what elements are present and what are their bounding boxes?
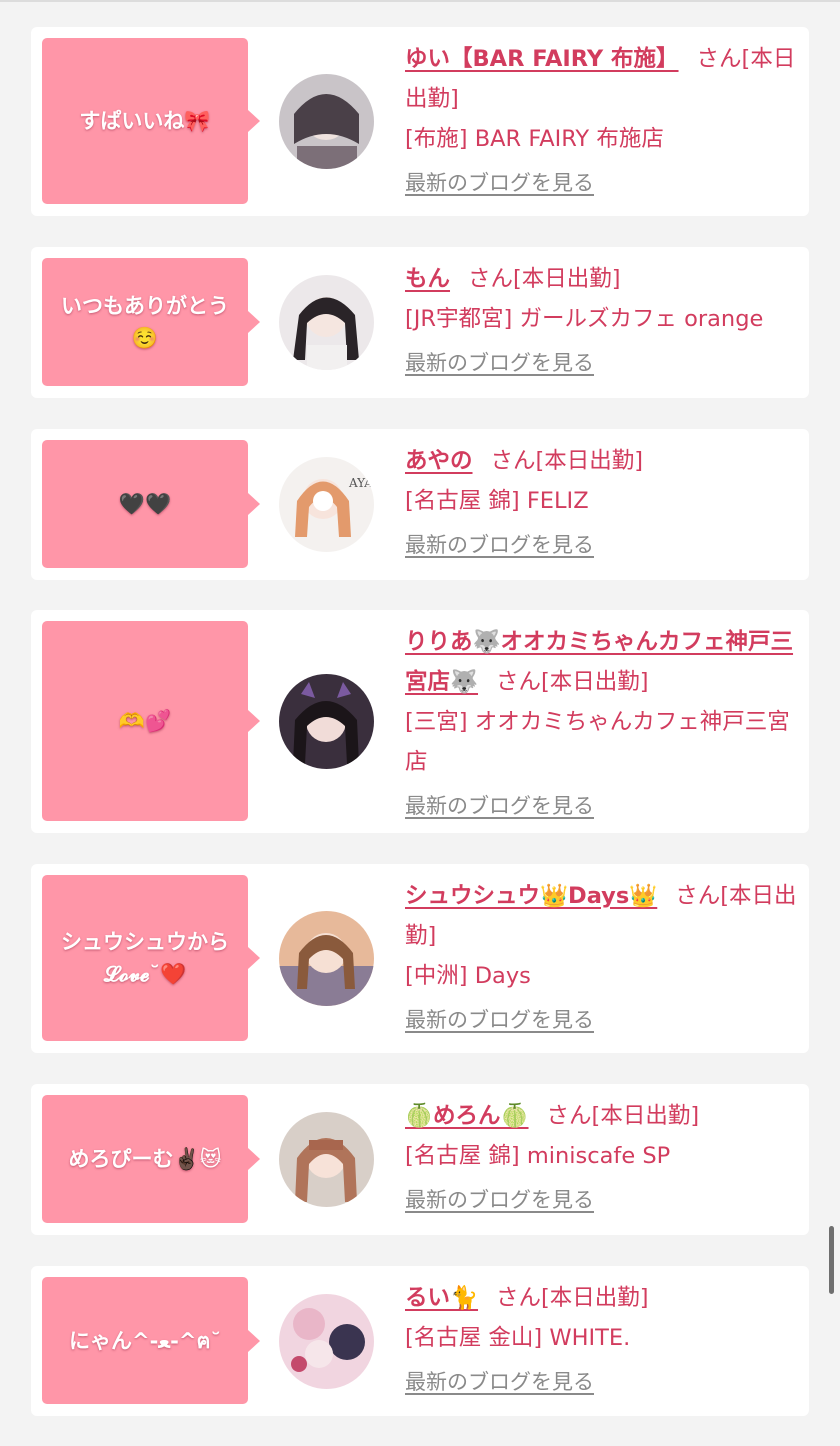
san-label: さん xyxy=(696,46,742,72)
avatar[interactable] xyxy=(279,1112,374,1207)
list-item: めろぴーむ✌🏿😻 🍈めろん🍈 さん[本日出勤] [名古屋 錦] miniscafe… xyxy=(31,1084,809,1235)
list-item: いつもありがとう☺️ もん さん[本日出勤] [JR宇都宮] ガールズカフェ or… xyxy=(31,247,809,398)
item-info: 🍈めろん🍈 さん[本日出勤] [名古屋 錦] miniscafe SP 最新のブロ… xyxy=(405,1096,801,1220)
blog-link[interactable]: 最新のブログを見る xyxy=(405,1180,594,1220)
blog-link[interactable]: 最新のブログを見る xyxy=(405,1362,594,1402)
work-status: [本日出勤] xyxy=(513,266,621,292)
message-bubble: すぱいいね🎀 xyxy=(42,38,260,204)
girl-name-link[interactable]: るい🐈 xyxy=(405,1285,478,1311)
avatar[interactable] xyxy=(279,674,374,769)
girl-name-link[interactable]: あやの xyxy=(405,448,473,474)
work-status: [本日出勤] xyxy=(591,1103,700,1129)
shop-name: [名古屋 錦] FELIZ xyxy=(405,488,589,514)
list-item: 🖤🖤 AYANO あやのさん[本日出勤] [名古屋 錦] FELIZ 最新のブロ… xyxy=(31,429,809,580)
list-item: すぱいいね🎀 ゆい【BAR FAIRY 布施】 さん[本日出勤] [布施] BAR… xyxy=(31,27,809,216)
blog-link[interactable]: 最新のブログを見る xyxy=(405,343,594,383)
message-bubble: めろぴーむ✌🏿😻 xyxy=(42,1095,260,1223)
item-info: あやの さん[本日出勤] [名古屋 錦] FELIZ 最新のブログを見る xyxy=(405,441,801,565)
san-label: さん xyxy=(496,1285,542,1311)
message-bubble: いつもありがとう☺️ xyxy=(42,258,260,386)
avatar[interactable]: AYANO xyxy=(279,457,374,552)
item-info: ゆい【BAR FAIRY 布施】 さん[本日出勤] [布施] BAR FAIRY … xyxy=(405,39,801,203)
blog-link[interactable]: 最新のブログを見る xyxy=(405,525,594,565)
girl-name-link[interactable]: ゆい【BAR FAIRY 布施】 xyxy=(405,46,679,72)
girl-name-link[interactable]: シュウシュウ👑Days👑 xyxy=(405,883,657,909)
shop-name: [名古屋 錦] miniscafe SP xyxy=(405,1143,671,1169)
item-info: りりあ🐺オオカミちゃんカフェ神戸三宮店🐺 さん[本日出勤] [三宮] オオカミちゃ… xyxy=(405,622,801,826)
item-info: シュウシュウ👑Days👑 さん[本日出勤] [中洲] Days 最新のブログを見る xyxy=(405,876,801,1040)
list-item: シュウシュウから𝓛𝓸𝓿𝓮˘❤️ シュウシュウ👑Days👑 さん[本日出勤] [中洲… xyxy=(31,864,809,1053)
blog-link[interactable]: 最新のブログを見る xyxy=(405,786,594,826)
work-status: [本日出勤] xyxy=(541,669,649,695)
item-info: るい🐈 さん[本日出勤] [名古屋 金山] WHITE. 最新のブログを見る xyxy=(405,1278,801,1402)
list-item: にゃん^-ﻌ-^ฅ˘ るい🐈 さん[本日出勤] [名古屋 金山] WHITE. 最… xyxy=(31,1266,809,1416)
work-status: [本日出勤] xyxy=(535,448,644,474)
shop-name: [JR宇都宮] ガールズカフェ orange xyxy=(405,306,764,332)
avatar[interactable] xyxy=(279,911,374,1006)
work-status: [本日出勤] xyxy=(541,1285,649,1311)
shop-name: [中洲] Days xyxy=(405,963,531,989)
shop-name: [布施] BAR FAIRY 布施店 xyxy=(405,126,664,152)
message-bubble: にゃん^-ﻌ-^ฅ˘ xyxy=(42,1277,260,1404)
san-label: さん xyxy=(490,448,536,474)
item-info: もん さん[本日出勤] [JR宇都宮] ガールズカフェ orange 最新のブログ… xyxy=(405,259,801,383)
shop-name: [名古屋 金山] WHITE. xyxy=(405,1325,631,1351)
shop-name: [三宮] オオカミちゃんカフェ神戸三宮店 xyxy=(405,709,790,775)
san-label: さん xyxy=(496,669,542,695)
scrollbar[interactable] xyxy=(829,1226,834,1294)
blog-link[interactable]: 最新のブログを見る xyxy=(405,1000,594,1040)
message-bubble: 🖤🖤 xyxy=(42,440,260,568)
girl-name-link[interactable]: 🍈めろん🍈 xyxy=(405,1103,529,1129)
san-label: さん xyxy=(675,883,721,909)
girl-name-link[interactable]: もん xyxy=(405,266,450,292)
list-item: 🫶💕 りりあ🐺オオカミちゃんカフェ神戸三宮店🐺 さん[本日出勤] [三宮] オオカ… xyxy=(31,610,809,833)
message-bubble: 🫶💕 xyxy=(42,621,260,821)
san-label: さん xyxy=(546,1103,592,1129)
san-label: さん xyxy=(468,266,514,292)
avatar[interactable] xyxy=(279,1294,374,1389)
message-bubble: シュウシュウから𝓛𝓸𝓿𝓮˘❤️ xyxy=(42,875,260,1041)
avatar[interactable] xyxy=(279,275,374,370)
svg-text:AYANO: AYANO xyxy=(348,476,374,490)
top-divider xyxy=(0,0,840,2)
avatar[interactable] xyxy=(279,74,374,169)
blog-link[interactable]: 最新のブログを見る xyxy=(405,163,594,203)
